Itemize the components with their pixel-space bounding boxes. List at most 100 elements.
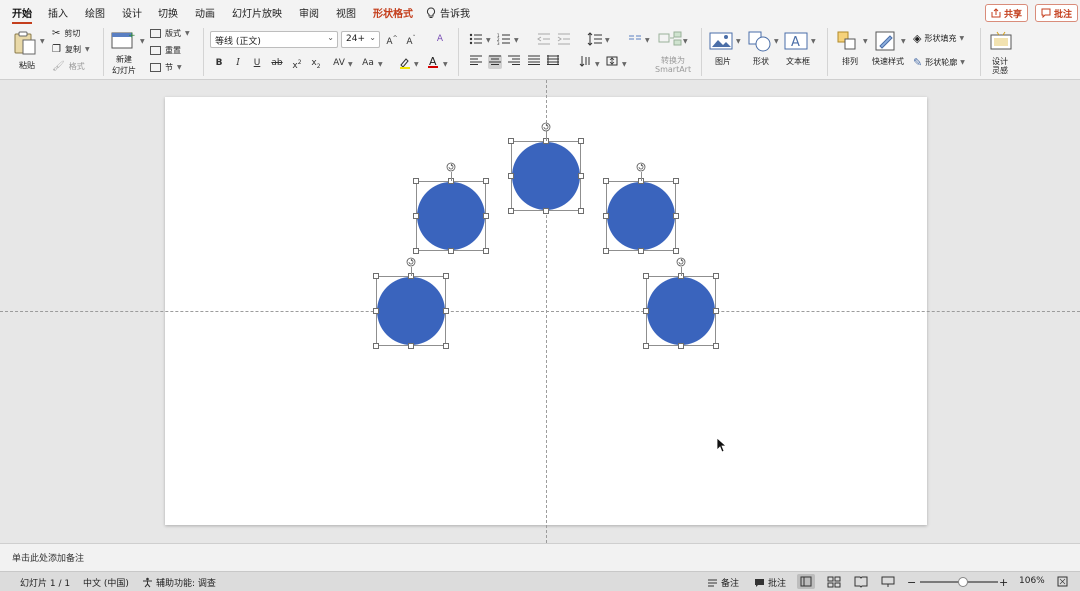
zoom-percentage[interactable]: 106% bbox=[1019, 576, 1045, 586]
slide-sorter-view-button[interactable] bbox=[825, 574, 843, 589]
columns-icon[interactable] bbox=[628, 34, 642, 44]
shape-outline-button[interactable]: ✎ 形状轮廓 ▼ bbox=[913, 56, 965, 69]
resize-handle[interactable] bbox=[448, 248, 454, 254]
convert-smartart-button[interactable]: ▼ 转换为 SmartArt bbox=[653, 30, 693, 76]
italic-button[interactable]: I bbox=[231, 56, 245, 70]
normal-view-button[interactable] bbox=[797, 574, 815, 589]
resize-handle[interactable] bbox=[578, 173, 584, 179]
circle-shape[interactable] bbox=[603, 162, 679, 254]
arrange-button[interactable]: ▼ 排列 bbox=[835, 30, 869, 76]
resize-handle[interactable] bbox=[643, 273, 649, 279]
resize-handle[interactable] bbox=[508, 138, 514, 144]
circle-shape[interactable] bbox=[373, 257, 449, 349]
resize-handle[interactable] bbox=[673, 178, 679, 184]
font-name-combo[interactable]: 等线 (正文) ⌄ bbox=[210, 31, 338, 48]
paste-button[interactable]: 粘贴 bbox=[12, 30, 42, 76]
resize-handle[interactable] bbox=[673, 248, 679, 254]
line-spacing-icon[interactable] bbox=[587, 32, 603, 46]
align-text-button[interactable] bbox=[605, 55, 619, 69]
clear-formatting-button[interactable]: A bbox=[433, 32, 447, 46]
resize-handle[interactable] bbox=[443, 273, 449, 279]
paste-dropdown-icon[interactable]: ▼ bbox=[40, 38, 45, 45]
reading-view-button[interactable] bbox=[852, 574, 870, 589]
rotate-handle-icon[interactable] bbox=[446, 162, 456, 172]
numbering-icon[interactable]: 123 bbox=[497, 33, 511, 45]
rotate-handle-icon[interactable] bbox=[541, 122, 551, 132]
layout-button[interactable]: 版式 ▼ bbox=[150, 28, 190, 39]
shapes-button[interactable]: ▼ 形状 bbox=[746, 30, 780, 76]
change-case-button[interactable]: Aa bbox=[358, 56, 378, 70]
resize-handle[interactable] bbox=[603, 213, 609, 219]
comments-toggle-button[interactable]: 批注 bbox=[754, 576, 786, 589]
zoom-slider-thumb[interactable] bbox=[957, 577, 968, 587]
decrease-font-size-button[interactable]: Aˇ bbox=[404, 32, 418, 47]
resize-handle[interactable] bbox=[603, 178, 609, 184]
share-button[interactable]: 共享 bbox=[985, 4, 1029, 22]
slide-editing-area[interactable] bbox=[0, 80, 1080, 543]
accessibility-button[interactable]: 辅助功能: 调查 bbox=[142, 576, 216, 589]
comments-button[interactable]: 批注 bbox=[1035, 4, 1079, 22]
highlight-button[interactable] bbox=[398, 56, 412, 70]
increase-indent-icon[interactable] bbox=[557, 33, 571, 45]
resize-handle[interactable] bbox=[603, 248, 609, 254]
section-button[interactable]: 节 ▼ bbox=[150, 62, 182, 73]
subscript-button[interactable]: x2 bbox=[309, 56, 323, 70]
circle-shape[interactable] bbox=[508, 122, 584, 214]
rotate-handle-icon[interactable] bbox=[676, 257, 686, 267]
line-spacing-dropdown-icon[interactable]: ▼ bbox=[605, 37, 610, 44]
char-spacing-dropdown-icon[interactable]: ▼ bbox=[348, 61, 353, 68]
decrease-indent-icon[interactable] bbox=[537, 33, 551, 45]
rotate-handle-icon[interactable] bbox=[636, 162, 646, 172]
tab-2[interactable]: 绘图 bbox=[85, 5, 105, 20]
new-slide-button[interactable]: + 新建 幻灯片 bbox=[110, 30, 144, 76]
horizontal-guide[interactable] bbox=[0, 311, 1080, 312]
tab-5[interactable]: 动画 bbox=[195, 5, 215, 20]
resize-handle[interactable] bbox=[483, 178, 489, 184]
shape-fill-button[interactable]: ◈ 形状填充 ▼ bbox=[913, 32, 964, 45]
tab-6[interactable]: 幻灯片放映 bbox=[232, 5, 282, 20]
increase-font-size-button[interactable]: A^ bbox=[385, 32, 399, 47]
align-text-dropdown-icon[interactable]: ▼ bbox=[622, 61, 627, 68]
tab-8[interactable]: 视图 bbox=[336, 5, 356, 20]
fit-to-window-button[interactable] bbox=[1057, 576, 1068, 587]
resize-handle[interactable] bbox=[578, 138, 584, 144]
picture-button[interactable]: ▼ 图片 bbox=[708, 30, 742, 76]
resize-handle[interactable] bbox=[443, 343, 449, 349]
resize-handle[interactable] bbox=[483, 248, 489, 254]
notes-toggle-button[interactable]: 备注 bbox=[707, 576, 739, 589]
underline-button[interactable]: U bbox=[250, 56, 264, 70]
zoom-in-button[interactable]: + bbox=[999, 576, 1008, 589]
resize-handle[interactable] bbox=[443, 308, 449, 314]
resize-handle[interactable] bbox=[638, 248, 644, 254]
tell-me-search[interactable]: 告诉我 bbox=[426, 5, 470, 20]
format-painter-button[interactable]: 🖌 格式 bbox=[52, 61, 85, 72]
quick-styles-button[interactable]: ▼ 快速样式 bbox=[871, 30, 909, 76]
character-spacing-button[interactable]: AV bbox=[330, 56, 348, 70]
highlight-dropdown-icon[interactable]: ▼ bbox=[414, 61, 419, 68]
font-color-dropdown-icon[interactable]: ▼ bbox=[443, 61, 448, 68]
zoom-out-button[interactable]: − bbox=[907, 576, 916, 589]
font-size-combo[interactable]: 24+ ⌄ bbox=[341, 31, 380, 48]
align-center-button[interactable] bbox=[488, 55, 502, 69]
zoom-slider[interactable] bbox=[920, 577, 998, 587]
resize-handle[interactable] bbox=[578, 208, 584, 214]
tab-9[interactable]: 形状格式 bbox=[373, 5, 413, 20]
notes-pane[interactable]: 单击此处添加备注 bbox=[0, 543, 1080, 571]
justify-button[interactable] bbox=[527, 55, 541, 69]
tab-1[interactable]: 插入 bbox=[48, 5, 68, 20]
resize-handle[interactable] bbox=[413, 178, 419, 184]
designer-button[interactable]: 设计 灵感 bbox=[987, 30, 1017, 76]
circle-shape[interactable] bbox=[643, 257, 719, 349]
resize-handle[interactable] bbox=[373, 308, 379, 314]
tab-3[interactable]: 设计 bbox=[122, 5, 142, 20]
cut-button[interactable]: ✂ 剪切 bbox=[52, 28, 80, 39]
tab-7[interactable]: 审阅 bbox=[299, 5, 319, 20]
columns-dropdown-icon[interactable]: ▼ bbox=[645, 37, 650, 44]
resize-handle[interactable] bbox=[483, 213, 489, 219]
numbering-dropdown-icon[interactable]: ▼ bbox=[514, 37, 519, 44]
resize-handle[interactable] bbox=[643, 343, 649, 349]
resize-handle[interactable] bbox=[713, 273, 719, 279]
copy-button[interactable]: ❐ 复制 ▼ bbox=[52, 44, 90, 55]
resize-handle[interactable] bbox=[373, 343, 379, 349]
resize-handle[interactable] bbox=[413, 213, 419, 219]
